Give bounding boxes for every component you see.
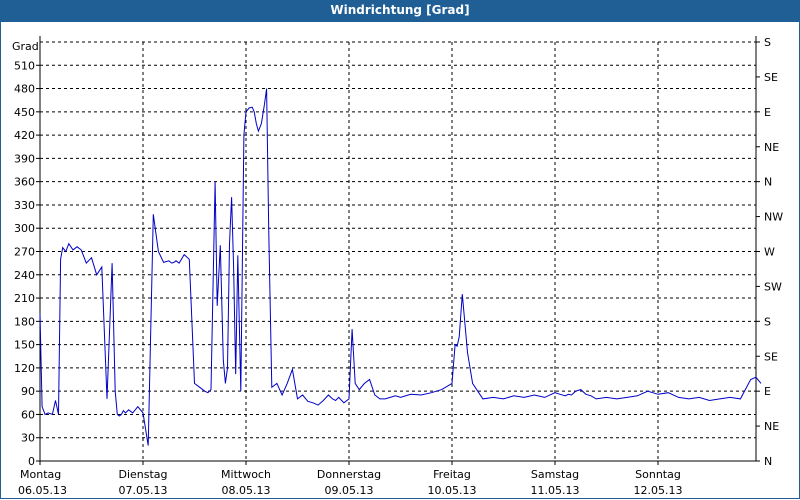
y-tick-label: 510 [14,59,35,72]
x-day-label: Montag [20,468,61,481]
y-tick-label: 180 [14,315,35,328]
y-tick-label: 30 [21,432,35,445]
grid-lines [40,41,756,461]
y-tick-label: 120 [14,362,35,375]
x-day-label: Mittwoch [221,468,271,481]
x-day-label: Donnerstag [317,468,381,481]
right-axis-label: W [764,246,775,259]
y-tick-label: 300 [14,222,35,235]
right-axis-label: SE [764,350,778,363]
x-date-label: 09.05.13 [325,484,374,497]
y-axis-tick-labels: 0 30 60 90 120 150 180 210 240 270 300 330 360 390 420… [12,40,39,468]
y-tick-label: 0 [28,455,35,468]
x-date-label: 06.05.13 [18,484,67,497]
y-tick-label: 150 [14,339,35,352]
right-axis-label: SW [764,280,782,293]
y-tick-label: 60 [21,408,35,421]
y-tick-label: 270 [14,246,35,259]
right-axis-label: SE [764,71,778,84]
x-day-label: Freitag [433,468,471,481]
right-axis-label: E [764,385,771,398]
series-layer [39,88,762,446]
y-tick-label: 480 [14,83,35,96]
y-tick-label: 360 [14,176,35,189]
x-day-label: Samstag [531,468,579,481]
axes [36,36,760,465]
y-tick-label: 420 [14,129,35,142]
y-tick-label: 210 [14,292,35,305]
right-axis-label: N [764,176,772,189]
right-axis-label: NW [764,211,783,224]
x-date-label: 08.05.13 [222,484,271,497]
right-axis-label: E [764,106,771,119]
x-day-label: Dienstag [118,468,167,481]
x-axis-labels: Montag 06.05.13 Dienstag 07.05.13 Mittwoch 08… [18,468,682,497]
right-axis-labels: N NE E SE S SW W NW N NE E SE S [764,36,783,468]
y-tick-label: 90 [21,385,35,398]
right-axis-label: S [764,36,771,49]
x-day-label: Sonntag [635,468,681,481]
y-tick-label: 330 [14,199,35,212]
x-date-label: 10.05.13 [428,484,477,497]
x-date-label: 07.05.13 [119,484,168,497]
x-date-label: 11.05.13 [531,484,580,497]
y-tick-label: 390 [14,152,35,165]
series-line-wind-direction [39,88,762,446]
right-axis-label: S [764,315,771,328]
y-axis-label: Grad [12,40,39,53]
right-axis-label: NE [764,141,779,154]
y-tick-label: 240 [14,269,35,282]
right-axis-label: NE [764,420,779,433]
right-axis-label: N [764,455,772,468]
x-date-label: 12.05.13 [634,484,683,497]
y-tick-label: 450 [14,106,35,119]
wind-direction-chart: 0 30 60 90 120 150 180 210 240 270 300 330 360 390 420… [12,36,783,497]
